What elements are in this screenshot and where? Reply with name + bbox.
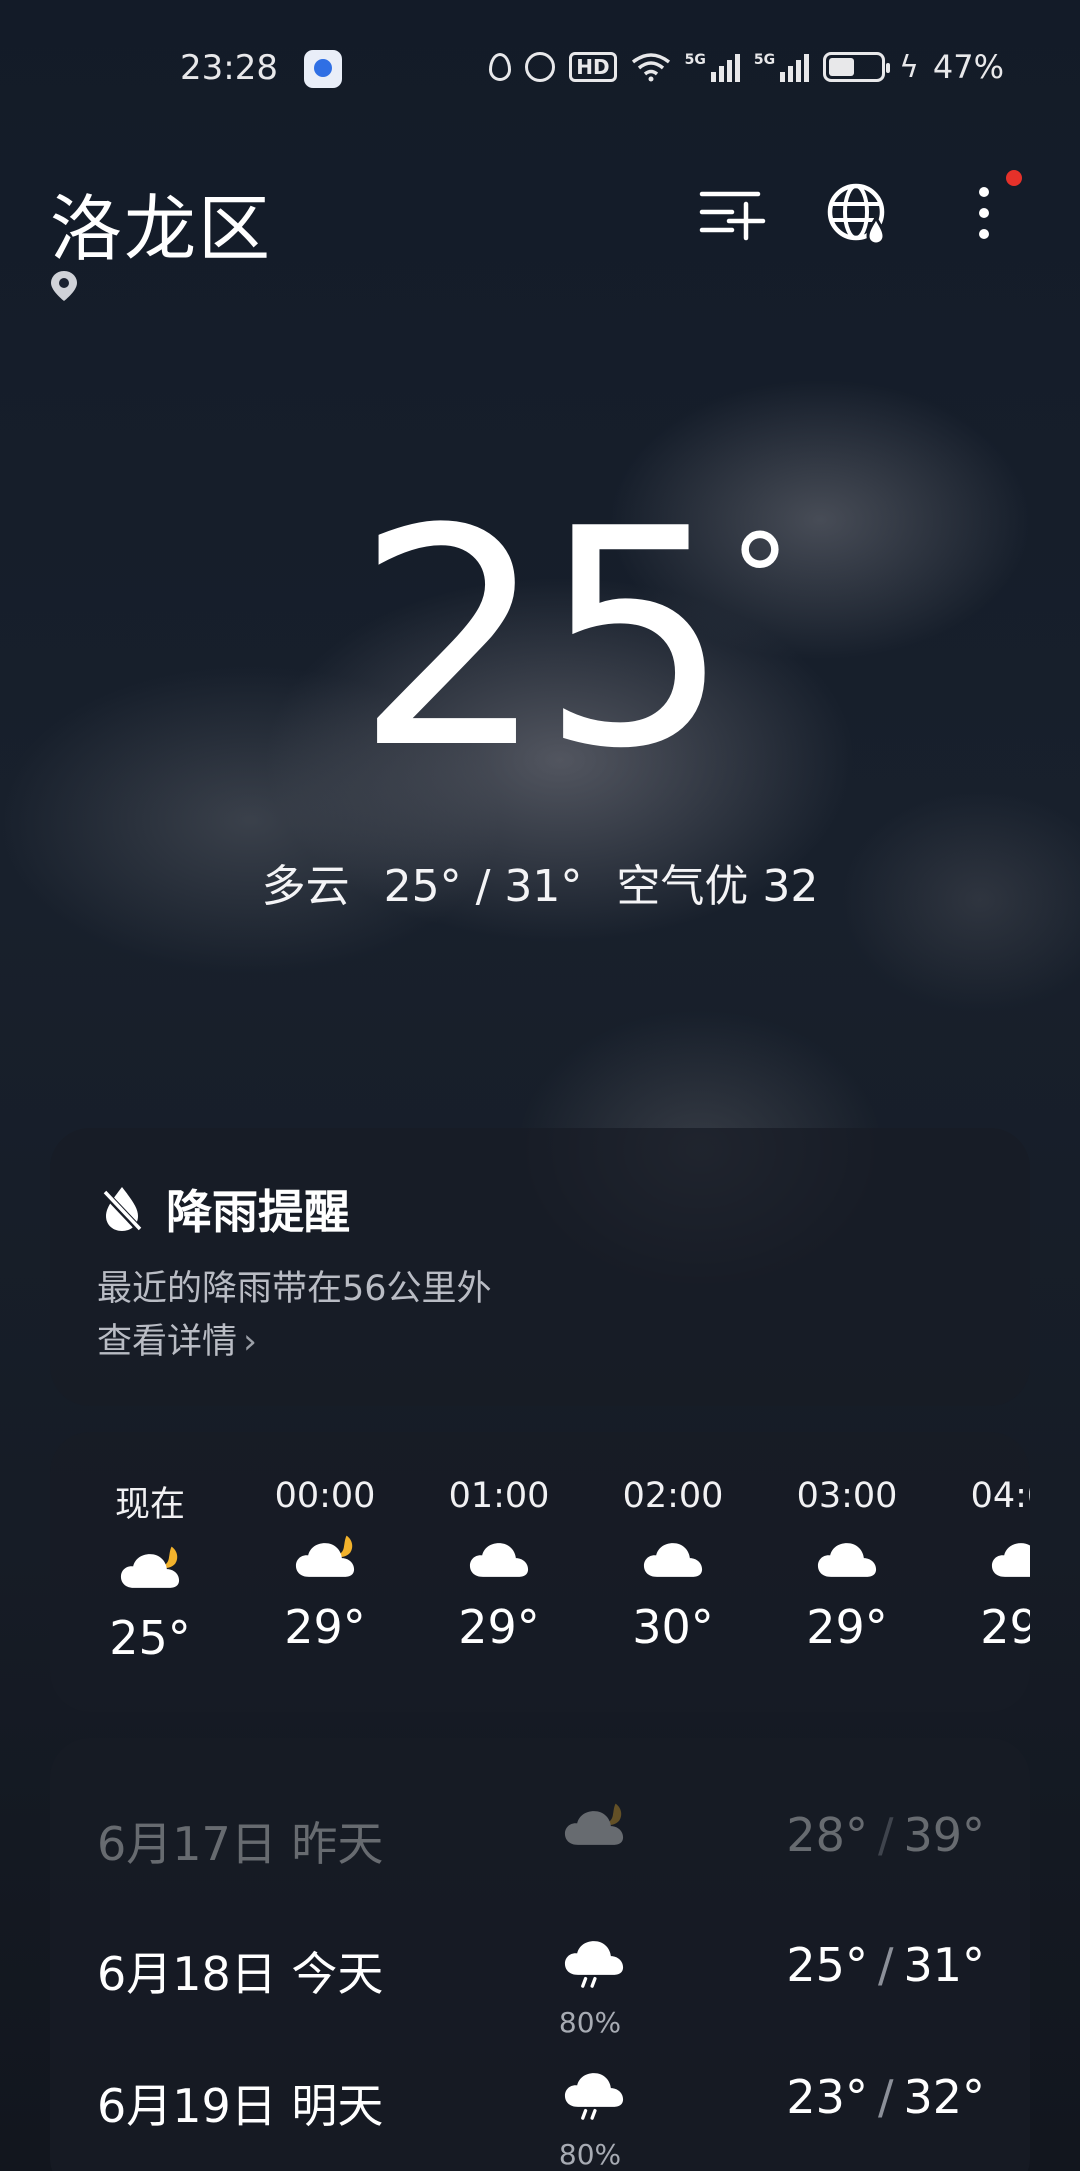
daily-low: 25° xyxy=(786,1938,868,1992)
daily-row[interactable]: 6月17日 昨天 28°/39° xyxy=(50,1798,1030,1918)
hourly-temp: 29° xyxy=(806,1600,888,1654)
daily-low: 23° xyxy=(786,2070,868,2124)
daily-temp-range: 25°/31° xyxy=(786,1938,985,1992)
degree-symbol: ° xyxy=(730,510,790,649)
rain-alert-header: 降雨提醒 xyxy=(100,1176,350,1242)
hourly-temp: 25° xyxy=(109,1611,191,1665)
view-details-label: 查看详情 xyxy=(97,1322,238,1362)
cloudy-icon xyxy=(469,1543,529,1577)
baidu-app-icon xyxy=(304,50,342,88)
signal-5g-icon-2: 5G xyxy=(754,52,810,82)
daily-date: 6月18日 今天 xyxy=(97,1947,384,2001)
daily-date: 6月17日 昨天 xyxy=(97,1817,384,1871)
hourly-item[interactable]: 03:00 29° xyxy=(767,1476,927,1654)
daily-high: 32° xyxy=(903,2070,985,2124)
cloudy-icon xyxy=(991,1543,1030,1577)
cloudy-icon xyxy=(817,1543,877,1577)
daily-row[interactable]: 6月18日 今天 80% 25°/31° xyxy=(50,1928,1030,2048)
status-bar: 23:28 HD 5G 5G ϟ 47% xyxy=(0,48,1080,92)
hourly-time: 02:00 xyxy=(622,1476,724,1516)
hourly-temp: 29° xyxy=(284,1600,366,1654)
hourly-time: 03:00 xyxy=(796,1476,898,1516)
location-pin-icon xyxy=(51,271,77,301)
hourly-item[interactable]: 现在 25° xyxy=(70,1476,230,1665)
rain-alert-title: 降雨提醒 xyxy=(166,1185,350,1239)
hourly-temp: 29° xyxy=(458,1600,540,1654)
battery-icon xyxy=(823,52,891,82)
daily-forecast-card[interactable]: 6月17日 昨天 28°/39° 6月18日 今天 80% 25°/31° 6月19日 明… xyxy=(50,1738,1030,2171)
hourly-time: 01:00 xyxy=(448,1476,550,1516)
partly-cloudy-night-icon xyxy=(120,1546,180,1588)
temp-range: 25° / 31° xyxy=(383,861,583,912)
current-temperature: 25 ° xyxy=(0,490,1080,790)
notification-dot xyxy=(1006,170,1022,186)
rain-icon xyxy=(564,1941,624,1988)
globe-weather-icon[interactable] xyxy=(824,178,894,248)
hourly-item[interactable]: 01:00 29° xyxy=(419,1476,579,1654)
hourly-time: 04:00 xyxy=(970,1476,1030,1516)
signal-5g-icon-1: 5G xyxy=(685,52,740,82)
current-temp-value: 25 xyxy=(355,465,731,814)
wifi-icon xyxy=(631,53,670,82)
hourly-forecast-card[interactable]: 现在 25° 00:00 29° 01:00 29° 02:00 30° 03:00 29° 04:… xyxy=(50,1432,1030,1712)
hourly-time: 现在 xyxy=(114,1485,185,1525)
add-city-icon[interactable] xyxy=(696,178,766,248)
status-time: 23:28 xyxy=(180,48,278,88)
rain-icon xyxy=(564,2073,624,2120)
hd-voice-icon: HD xyxy=(569,52,617,82)
temp-separator: / xyxy=(877,2070,894,2124)
status-icons: HD 5G 5G ϟ 47% xyxy=(489,48,1004,86)
view-details-link[interactable]: 查看详情 › xyxy=(97,1313,257,1364)
hourly-item[interactable]: 04:00 29° xyxy=(941,1476,1030,1654)
daily-temp-range: 23°/32° xyxy=(786,2070,985,2124)
daily-high: 31° xyxy=(903,1938,985,1992)
precipitation-chance: 80% xyxy=(558,2006,622,2039)
charging-icon: ϟ xyxy=(899,49,919,85)
condition-text: 多云 xyxy=(261,861,350,912)
rain-alert-card[interactable]: 降雨提醒 最近的降雨带在56公里外 查看详情 › xyxy=(50,1128,1030,1406)
partly-cloudy-night-icon xyxy=(295,1535,355,1577)
daily-high: 39° xyxy=(903,1808,985,1862)
daily-low: 28° xyxy=(786,1808,868,1862)
temp-separator: / xyxy=(877,1808,894,1862)
more-options-icon[interactable] xyxy=(960,178,1030,248)
cloudy-icon xyxy=(643,1543,703,1577)
weather-summary[interactable]: 多云 25° / 31° 空气优 32 xyxy=(0,850,1080,914)
daily-date: 6月19日 明天 xyxy=(97,2079,384,2133)
battery-percent: 47% xyxy=(932,48,1004,86)
daily-row[interactable]: 6月19日 明天 80% 23°/32° xyxy=(50,2060,1030,2171)
hourly-time: 00:00 xyxy=(274,1476,376,1516)
daily-temp-range: 28°/39° xyxy=(786,1808,985,1862)
city-name[interactable]: 洛龙区 xyxy=(50,170,272,275)
hourly-temp: 29° xyxy=(980,1600,1030,1654)
rain-alert-description: 最近的降雨带在56公里外 xyxy=(97,1269,492,1309)
air-quality: 空气优 32 xyxy=(616,861,819,912)
temp-separator: / xyxy=(877,1938,894,1992)
hourly-item[interactable]: 00:00 29° xyxy=(245,1476,405,1654)
location-header: 洛龙区 xyxy=(0,170,1080,310)
chevron-right-icon: › xyxy=(243,1322,258,1362)
hourly-temp: 30° xyxy=(632,1600,714,1654)
hourly-item[interactable]: 02:00 30° xyxy=(593,1476,753,1654)
precipitation-chance: 80% xyxy=(558,2138,622,2171)
no-rain-drop-icon xyxy=(101,1187,143,1233)
water-drop-icon xyxy=(489,53,512,81)
alarm-icon xyxy=(525,52,556,82)
partly-cloudy-icon xyxy=(564,1803,624,1845)
